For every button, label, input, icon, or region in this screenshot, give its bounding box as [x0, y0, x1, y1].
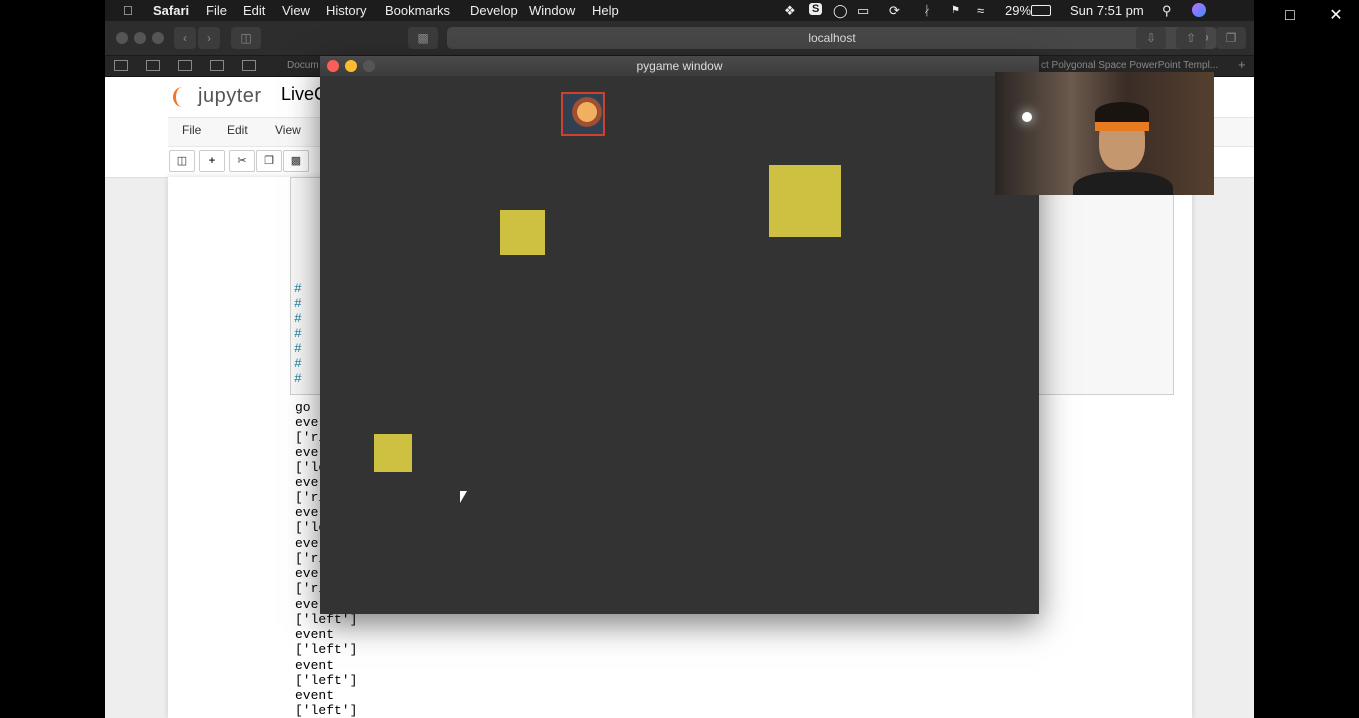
code-line: #: [294, 371, 302, 386]
player-sprite: [561, 92, 605, 136]
share-button[interactable]: ⇧: [1176, 27, 1206, 49]
address-bar[interactable]: localhost ↻: [447, 27, 1217, 49]
sync-icon[interactable]: ◯: [833, 3, 848, 19]
jupyter-logo-text: jupyter: [198, 85, 262, 107]
menu-view[interactable]: View: [282, 3, 310, 18]
download-button[interactable]: ⇩: [1136, 27, 1166, 49]
battery-percent[interactable]: 29%: [1005, 3, 1031, 18]
output-line: ['left']: [295, 612, 358, 627]
pygame-zoom-dot[interactable]: [363, 60, 375, 72]
game-canvas[interactable]: [320, 76, 1039, 614]
plus-icon[interactable]: +: [199, 150, 225, 172]
s-icon[interactable]: S: [809, 3, 823, 15]
menu-edit[interactable]: Edit: [243, 3, 265, 18]
copy-icon[interactable]: ❐: [256, 150, 282, 172]
pygame-window: pygame window: [320, 56, 1039, 614]
output-line: event: [295, 627, 335, 642]
url-text: localhost: [808, 31, 856, 45]
menu-file[interactable]: File: [206, 3, 227, 18]
jupyter-menu-edit[interactable]: Edit: [227, 123, 248, 137]
jupyter-menu-view[interactable]: View: [275, 123, 301, 137]
dropbox-icon[interactable]: ❖: [784, 3, 796, 19]
enemy-square: [769, 165, 841, 237]
wifi-icon[interactable]: ≈: [977, 3, 984, 18]
tabs-button[interactable]: ❐: [1216, 27, 1246, 49]
tab-powerpoint[interactable]: ct Polygonal Space PowerPoint Templ...: [1041, 60, 1218, 71]
apple-icon[interactable]: : [123, 3, 133, 18]
output-line: ['left']: [295, 642, 358, 657]
pygame-minimize-dot[interactable]: [345, 60, 357, 72]
menu-window[interactable]: Window: [529, 3, 575, 18]
safari-toolbar: ‹ › ◫ ▩ localhost ↻ ⇩ ⇧ ❐: [105, 21, 1254, 56]
mail-icon[interactable]: [210, 60, 224, 71]
person-body: [1073, 172, 1173, 195]
output-line: go: [295, 400, 311, 415]
menu-app[interactable]: Safari: [153, 3, 189, 18]
mail-icon[interactable]: [242, 60, 256, 71]
time-machine-icon[interactable]: ⟳: [889, 3, 900, 19]
pygame-close-dot[interactable]: [327, 60, 339, 72]
window-close-dot[interactable]: [116, 32, 128, 44]
window-minimize-dot[interactable]: [134, 32, 146, 44]
headband: [1095, 122, 1149, 131]
bluetooth-icon[interactable]: ᛅ: [923, 3, 931, 18]
save-icon[interactable]: ◫: [169, 150, 195, 172]
menu-history[interactable]: History: [326, 3, 366, 18]
mail-icon[interactable]: [114, 60, 128, 71]
mail-icon[interactable]: [146, 60, 160, 71]
window-zoom-dot[interactable]: [152, 32, 164, 44]
enemy-square: [500, 210, 545, 255]
jupyter-menu-file[interactable]: File: [182, 123, 201, 137]
flag-icon[interactable]: ⚑: [951, 5, 960, 16]
enemy-square: [374, 434, 412, 472]
search-icon[interactable]: ⚲: [1162, 3, 1172, 19]
clock[interactable]: Sun 7:51 pm: [1070, 3, 1144, 18]
forward-button[interactable]: ›: [198, 27, 220, 49]
person-hair: [1095, 102, 1149, 124]
code-line: #: [294, 311, 302, 326]
menu-develop[interactable]: Develop: [470, 3, 518, 18]
siri-icon[interactable]: [1192, 3, 1206, 17]
code-line: #: [294, 341, 302, 356]
ceiling-light: [1022, 112, 1032, 122]
mouse-cursor-icon: [460, 491, 467, 503]
code-line: #: [294, 326, 302, 341]
mac-menubar:  Safari File Edit View History Bookmark…: [105, 0, 1254, 21]
menu-help[interactable]: Help: [592, 3, 619, 18]
pygame-titlebar[interactable]: pygame window: [320, 56, 1039, 77]
cut-icon[interactable]: ✂: [229, 150, 255, 172]
output-line: ['left']: [295, 703, 358, 718]
code-line: #: [294, 296, 302, 311]
code-line: #: [294, 281, 302, 296]
privacy-button[interactable]: ▩: [408, 27, 438, 49]
jupyter-logo-icon: [173, 86, 192, 107]
pygame-title: pygame window: [636, 59, 723, 73]
webcam-overlay: [995, 72, 1214, 195]
sidebar-button[interactable]: ◫: [231, 27, 261, 49]
output-line: ['left']: [295, 673, 358, 688]
back-button[interactable]: ‹: [174, 27, 196, 49]
maximize-icon[interactable]: □: [1280, 6, 1300, 26]
paste-icon[interactable]: ▩: [283, 150, 309, 172]
airplay-icon[interactable]: ▭: [857, 3, 869, 19]
code-line: #: [294, 356, 302, 371]
mail-icon[interactable]: [178, 60, 192, 71]
tab-documents[interactable]: Docum: [287, 60, 319, 71]
output-line: event: [295, 688, 335, 703]
new-tab-icon[interactable]: +: [1238, 57, 1246, 72]
jupyter-logo[interactable]: jupyter: [173, 85, 262, 108]
battery-icon[interactable]: [1031, 5, 1051, 16]
close-icon[interactable]: ✕: [1326, 6, 1346, 26]
menu-bookmarks[interactable]: Bookmarks: [385, 3, 450, 18]
output-line: event: [295, 658, 335, 673]
